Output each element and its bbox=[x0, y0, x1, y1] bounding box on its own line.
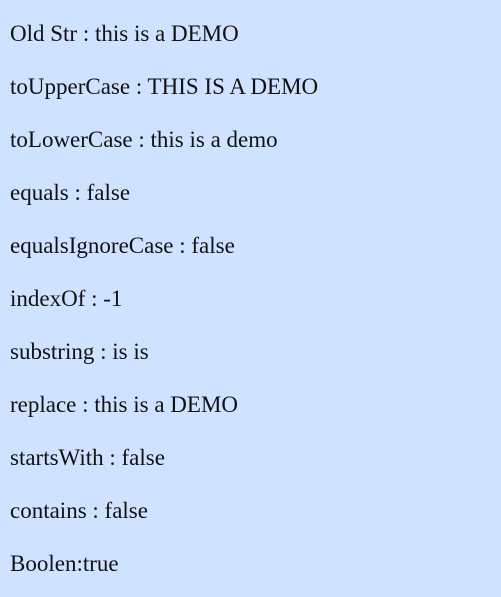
replace-line: replace : this is a DEMO bbox=[10, 392, 239, 417]
contains-line: contains : false bbox=[10, 498, 148, 523]
to-lower-case-line: toLowerCase : this is a demo bbox=[10, 127, 278, 152]
to-upper-case-line: toUpperCase : THIS IS A DEMO bbox=[10, 74, 319, 99]
substring-line: substring : is is bbox=[10, 339, 149, 364]
equals-ignore-case-line: equalsIgnoreCase : false bbox=[10, 233, 235, 258]
boolean-line: Boolen:true bbox=[10, 551, 119, 576]
starts-with-line: startsWith : false bbox=[10, 445, 165, 470]
old-str-line: Old Str : this is a DEMO bbox=[10, 21, 239, 46]
index-of-line: indexOf : -1 bbox=[10, 286, 123, 311]
equals-line: equals : false bbox=[10, 180, 131, 205]
output-panel: Old Str : this is a DEMO toUpperCase : T… bbox=[10, 20, 495, 577]
